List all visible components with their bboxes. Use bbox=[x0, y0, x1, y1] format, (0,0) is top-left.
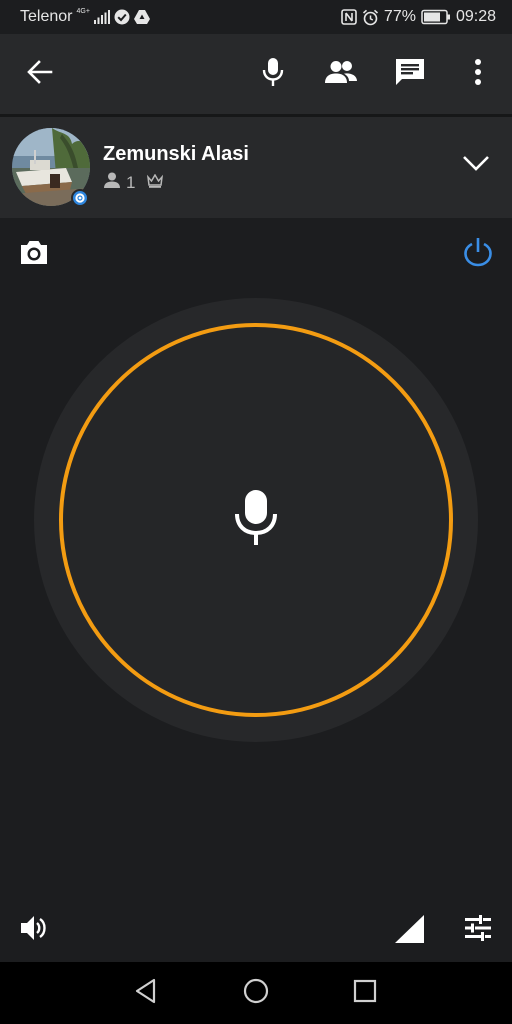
chevron-down-icon bbox=[462, 155, 490, 176]
battery-percent: 77% bbox=[383, 8, 416, 25]
toolbar bbox=[0, 34, 512, 117]
channel-status-badge bbox=[71, 189, 89, 207]
tab-users[interactable] bbox=[321, 54, 361, 94]
network-type: 4G+ bbox=[76, 7, 90, 15]
channel-name: Zemunski Alasi bbox=[103, 143, 249, 165]
check-circle-icon bbox=[114, 9, 130, 25]
push-to-talk-button[interactable] bbox=[59, 323, 453, 717]
camera-icon bbox=[19, 239, 49, 270]
system-navigation-bar bbox=[0, 962, 512, 1024]
speaker-icon bbox=[19, 914, 49, 947]
tab-chat[interactable] bbox=[390, 54, 430, 94]
back-triangle-icon bbox=[134, 978, 158, 1009]
more-options-button[interactable] bbox=[458, 54, 498, 94]
status-bar: Telenor 4G+ 77% 09:28 bbox=[0, 0, 512, 34]
app-screen: Telenor 4G+ 77% 09:28 Zemunski Alasi 1 bbox=[0, 0, 512, 1024]
back-arrow-icon bbox=[27, 59, 53, 89]
crown-icon bbox=[147, 173, 164, 193]
nav-home-button[interactable] bbox=[241, 978, 271, 1008]
nav-recents-button[interactable] bbox=[350, 978, 380, 1008]
tab-talk[interactable] bbox=[253, 54, 293, 94]
people-icon bbox=[324, 60, 358, 89]
nfc-icon bbox=[341, 9, 357, 25]
channel-header[interactable]: Zemunski Alasi 1 bbox=[0, 117, 512, 218]
carrier-name: Telenor bbox=[20, 8, 73, 25]
speaker-button[interactable] bbox=[16, 912, 52, 948]
status-right: 77% 09:28 bbox=[341, 8, 496, 26]
channel-meta: 1 bbox=[104, 172, 164, 193]
microphone-icon bbox=[234, 489, 278, 552]
status-left: Telenor 4G+ bbox=[20, 8, 150, 26]
person-icon bbox=[104, 172, 120, 193]
home-circle-icon bbox=[243, 978, 269, 1009]
clock: 09:28 bbox=[455, 8, 496, 25]
signal-icon bbox=[93, 10, 110, 24]
alarm-icon bbox=[362, 9, 379, 26]
recents-square-icon bbox=[353, 979, 377, 1008]
chat-icon bbox=[395, 57, 425, 92]
microphone-icon bbox=[262, 57, 284, 92]
expand-channel-button[interactable] bbox=[458, 147, 494, 183]
tune-icon bbox=[464, 914, 492, 947]
battery-icon bbox=[421, 9, 451, 25]
camera-button[interactable] bbox=[17, 237, 51, 271]
signal-strength-icon bbox=[394, 914, 426, 944]
audio-settings-button[interactable] bbox=[460, 912, 496, 948]
power-button[interactable] bbox=[460, 236, 496, 272]
drive-icon bbox=[133, 10, 150, 24]
nav-back-button[interactable] bbox=[131, 978, 161, 1008]
more-vert-icon bbox=[474, 58, 482, 90]
power-icon bbox=[463, 237, 493, 272]
user-count: 1 bbox=[126, 172, 136, 192]
back-button[interactable] bbox=[20, 54, 60, 94]
